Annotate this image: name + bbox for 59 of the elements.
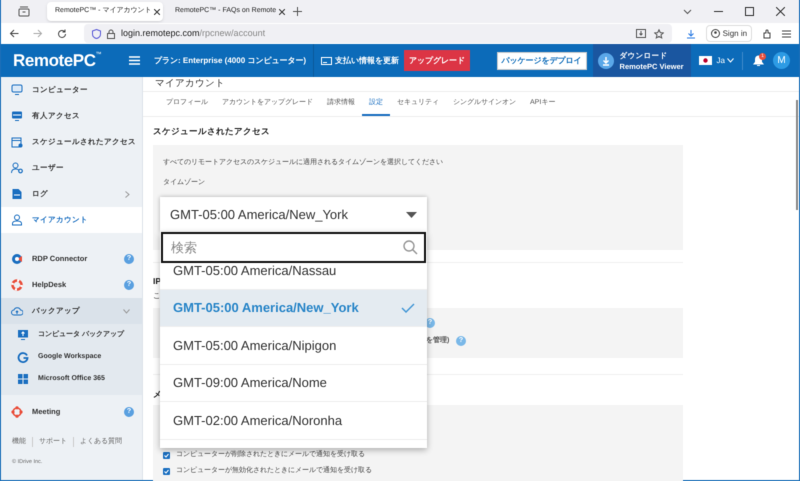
card-icon[interactable] (321, 56, 332, 64)
language-selector[interactable]: Ja (716, 54, 725, 66)
search-field[interactable]: 検索 (161, 232, 426, 263)
account-icon (710, 29, 720, 38)
maximize-icon[interactable] (745, 7, 754, 16)
windows-icon (17, 373, 29, 385)
url-text: login.remotepc.com/rpcnew/account (121, 26, 266, 40)
address-bar[interactable]: login.remotepc.com/rpcnew/account (84, 24, 672, 43)
dropdown-option[interactable]: GMT-05:00 America/Nassau (160, 263, 427, 290)
deploy-package-button[interactable]: パッケージをデプロイ (496, 52, 587, 70)
back-icon[interactable] (9, 29, 19, 38)
star-icon[interactable] (654, 28, 664, 38)
dropdown-option[interactable]: GMT-05:00 America/Nipigon (160, 327, 427, 364)
caret-icon[interactable] (406, 212, 417, 218)
checkbox[interactable] (163, 468, 170, 475)
logo[interactable]: RemotePC (13, 52, 96, 69)
plan-label: プラン: Enterprise (4000 コンピューター) (154, 54, 306, 66)
g-letter-icon (17, 351, 29, 363)
ring-logo-icon (11, 253, 23, 265)
flag-icon[interactable] (698, 56, 712, 65)
reader-view-icon[interactable] (636, 29, 646, 38)
dots-ring-icon (11, 406, 23, 418)
close-icon[interactable] (279, 8, 286, 14)
close-icon[interactable] (154, 8, 160, 14)
scrollbar[interactable] (796, 100, 798, 210)
cloud-upload-icon (11, 305, 23, 317)
timezone-select[interactable]: GMT-05:00 America/New_York (160, 197, 427, 232)
download-icon[interactable] (686, 28, 696, 38)
extensions-icon[interactable] (762, 28, 772, 38)
checkbox[interactable] (163, 452, 170, 458)
download-icon (598, 52, 614, 68)
search-icon[interactable] (403, 240, 418, 255)
screen-icon (11, 110, 23, 122)
sign-in-button[interactable]: Sign in (706, 25, 752, 42)
section-heading: メ (153, 388, 163, 401)
dropdown-option[interactable]: GMT-02:00 America/Noronha (160, 402, 427, 440)
monitor-icon (17, 329, 29, 341)
document-icon (11, 188, 23, 200)
lock-icon (107, 28, 115, 38)
person-icon (11, 214, 23, 226)
search-input[interactable]: 検索 (171, 238, 403, 258)
close-icon[interactable] (776, 7, 785, 16)
tab-list-icon[interactable] (18, 6, 30, 17)
upgrade-button[interactable]: アップグレード (404, 50, 470, 71)
monitor-icon (11, 84, 23, 96)
dropdown-option[interactable]: GMT-09:00 America/Nome (160, 364, 427, 402)
calendar-icon (11, 136, 23, 148)
reload-icon[interactable] (57, 28, 67, 38)
check-icon (401, 302, 415, 313)
page-title: マイアカウント (155, 77, 225, 91)
shield-icon[interactable] (92, 28, 101, 38)
menu-icon[interactable] (782, 30, 792, 38)
section-heading: スケジュールされたアクセス (153, 125, 271, 138)
chevron-down-icon[interactable] (683, 8, 692, 14)
new-tab-button[interactable] (293, 7, 302, 16)
billing-link[interactable]: 支払い情報を更新 (335, 54, 400, 66)
bell-icon[interactable] (753, 54, 764, 66)
user-icon (11, 162, 23, 174)
lifebuoy-icon (11, 279, 23, 291)
